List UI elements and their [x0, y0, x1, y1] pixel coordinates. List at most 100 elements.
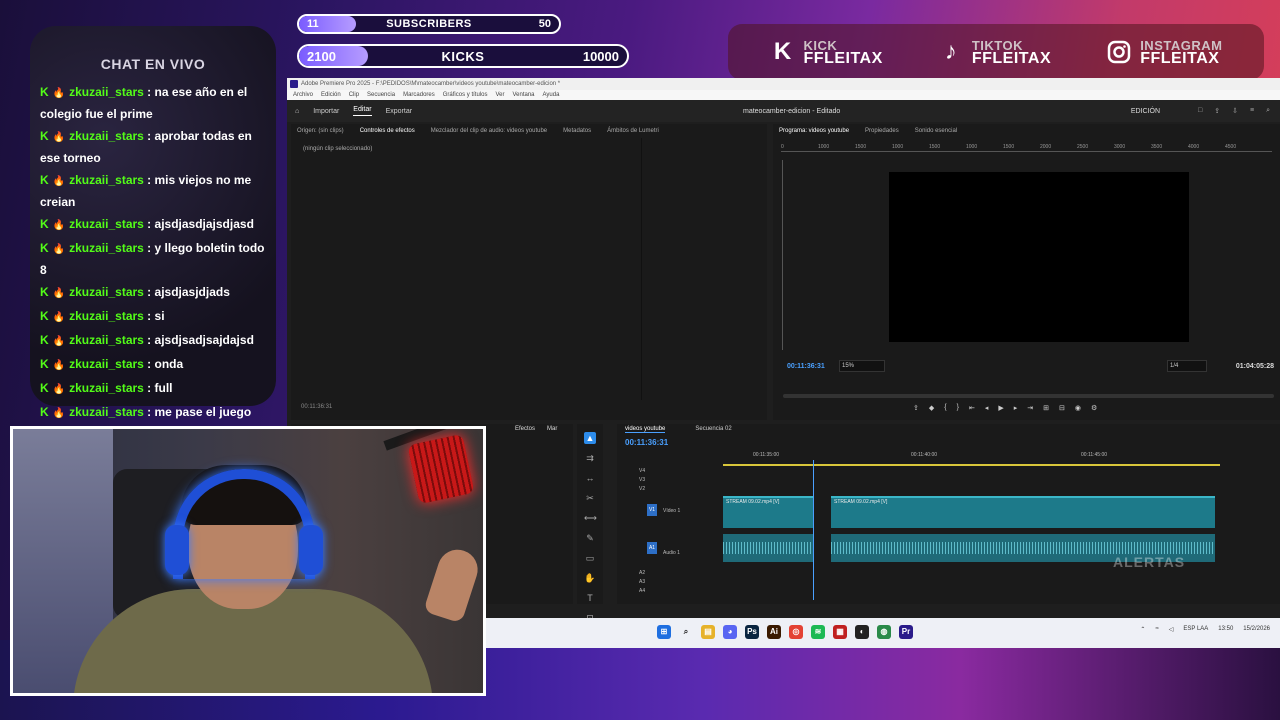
step-forward-icon[interactable]: ▸ [1014, 404, 1018, 412]
ruler-tick: 0 [781, 144, 784, 150]
playhead[interactable] [813, 460, 814, 600]
program-timecode[interactable]: 00:11:36:31 [787, 363, 825, 370]
menu-clip[interactable]: Clip [349, 90, 359, 100]
video-clip[interactable]: STREAM 09.02.mp4 [V] [723, 496, 813, 528]
kick-logo-icon: K [773, 38, 792, 65]
photoshop-icon[interactable]: Ps [745, 625, 759, 639]
tab-programa[interactable]: Programa: videos youtube [779, 128, 849, 134]
fullscreen-icon[interactable]: □ [1198, 107, 1202, 115]
tab-propiedades[interactable]: Propiedades [865, 128, 899, 134]
audio-clip[interactable] [723, 534, 813, 562]
slip-icon[interactable]: ⟷ [584, 512, 597, 524]
chat-message: K 🔥 zkuzaii_stars : onda [40, 354, 266, 376]
language-indicator[interactable]: ESP LAA [1183, 626, 1208, 633]
ripple-edit-icon[interactable]: ↔ [584, 472, 596, 484]
workspace-menu[interactable]: EDICIÓN [1131, 108, 1160, 115]
tab-sonido[interactable]: Sonido esencial [915, 128, 957, 134]
tab-videos-youtube[interactable]: videos youtube [625, 426, 666, 433]
tab-exportar[interactable]: Exportar [386, 108, 412, 115]
window-titlebar: Adobe Premiere Pro 2025 - F:\PEDIDOS\M\m… [287, 78, 1280, 90]
clock-date[interactable]: 15/2/2026 [1243, 626, 1270, 633]
camera-icon[interactable]: ◉ [1075, 404, 1081, 412]
premiere-taskbar-icon[interactable]: Pr [899, 625, 913, 639]
tab-editar[interactable]: Editar [353, 106, 372, 116]
quick-export-icon[interactable]: ⇩ [1232, 107, 1238, 115]
menu-marcadores[interactable]: Marcadores [403, 90, 435, 100]
tab-mezclador[interactable]: Mezclador del clip de audio: videos yout… [431, 128, 547, 134]
razor-icon[interactable]: ✂ [584, 492, 596, 504]
menu-ventana[interactable]: Ventana [512, 90, 534, 100]
menu-edicion[interactable]: Edición [321, 90, 341, 100]
timeline-ruler[interactable]: 00:11:35:00 00:11:40:00 00:11:45:00 [723, 452, 1220, 464]
selection-tool-icon[interactable]: ▲ [584, 432, 596, 444]
social-handle: FFLEITAX [803, 50, 883, 67]
share-icon[interactable]: ⇪ [1214, 107, 1220, 115]
overwrite-icon[interactable]: ⊟ [1059, 404, 1065, 412]
app-icon[interactable]: ▦ [833, 625, 847, 639]
chevron-up-icon[interactable]: ⌃ [1140, 626, 1145, 633]
clock-time[interactable]: 13:50 [1218, 626, 1233, 633]
tab-lumetri[interactable]: Ámbitos de Lumetri [607, 128, 659, 134]
obs-icon[interactable]: ◐ [855, 625, 869, 639]
zoom-select[interactable]: 15% [839, 360, 885, 372]
menu-graficos[interactable]: Gráficos y títulos [443, 90, 488, 100]
track-v1[interactable]: V1 [647, 504, 657, 516]
track-select-icon[interactable]: ⇉ [584, 452, 596, 464]
kick-badge-icon: K [40, 173, 49, 187]
illustrator-icon[interactable]: Ai [767, 625, 781, 639]
tab-controles-efectos[interactable]: Controles de efectos [360, 128, 415, 134]
play-icon[interactable]: ▶ [998, 404, 1003, 412]
go-to-out-icon[interactable]: ⇥ [1027, 404, 1033, 412]
windows-start-icon[interactable]: ⊞ [657, 625, 671, 639]
tab-origen[interactable]: Origen: (sin clips) [297, 128, 344, 134]
menu-icon[interactable]: ≡ [1250, 107, 1254, 115]
settings-icon[interactable]: ⚙ [1091, 404, 1097, 412]
pen-icon[interactable]: ✎ [584, 532, 596, 544]
fire-badge-icon: 🔥 [52, 288, 66, 299]
step-back-icon[interactable]: ◂ [985, 404, 989, 412]
go-to-in-icon[interactable]: ⇤ [969, 404, 975, 412]
tab-importar[interactable]: Importar [313, 108, 339, 115]
social-handle: FFLEITAX [1140, 50, 1220, 67]
resolution-select[interactable]: 1/4 [1167, 360, 1207, 372]
track-v3: V3 [639, 477, 646, 483]
text-icon[interactable]: T [584, 592, 596, 604]
program-scrubber[interactable] [783, 394, 1274, 398]
chat-separator: : [143, 241, 155, 255]
search-icon[interactable]: ⌕ [679, 625, 693, 639]
spotify-icon[interactable]: ≋ [811, 625, 825, 639]
rectangle-icon[interactable]: ▭ [584, 552, 596, 564]
home-icon[interactable]: ⌂ [295, 108, 299, 115]
tab-efectos[interactable]: Efectos [515, 426, 535, 432]
premiere-app-icon [290, 80, 298, 88]
insert-icon[interactable]: ⊞ [1043, 404, 1049, 412]
chat-message: K 🔥 zkuzaii_stars : y llego boletin todo 8 [40, 238, 266, 280]
discord-icon[interactable]: ◕ [723, 625, 737, 639]
duration-timecode: 01:04:05:28 [1235, 363, 1274, 370]
mark-out-icon[interactable]: } [957, 404, 959, 412]
ruler-tick: 1500 [929, 144, 941, 150]
mark-in-icon[interactable]: { [944, 404, 946, 412]
track-a1[interactable]: A1 [647, 542, 657, 554]
marker-icon[interactable]: ◆ [929, 404, 934, 412]
search-icon[interactable]: ⌕ [1266, 107, 1270, 115]
tab-secuencia-02[interactable]: Secuencia 02 [695, 426, 731, 433]
app2-icon[interactable]: ◍ [877, 625, 891, 639]
video-clip[interactable]: STREAM 09.02.mp4 [V] [831, 496, 1215, 528]
program-video-frame [889, 172, 1189, 342]
timeline-timecode[interactable]: 00:11:36:31 [625, 438, 668, 447]
tab-metadatos[interactable]: Metadatos [563, 128, 591, 134]
chrome-icon[interactable]: ◎ [789, 625, 803, 639]
tab-marcadores[interactable]: Mar [547, 426, 557, 432]
file-explorer-icon[interactable]: ▤ [701, 625, 715, 639]
volume-icon[interactable]: ◁ [1169, 626, 1174, 633]
wifi-icon[interactable]: ≈ [1155, 626, 1158, 633]
vertical-ruler [777, 160, 783, 350]
menu-secuencia[interactable]: Secuencia [367, 90, 395, 100]
menu-ayuda[interactable]: Ayuda [543, 90, 560, 100]
menu-archivo[interactable]: Archivo [293, 90, 313, 100]
social-instagram: INSTAGRAM FFLEITAX [1106, 39, 1222, 67]
lift-icon[interactable]: ⇪ [913, 404, 919, 412]
hand-icon[interactable]: ✋ [584, 572, 596, 584]
menu-ver[interactable]: Ver [495, 90, 504, 100]
